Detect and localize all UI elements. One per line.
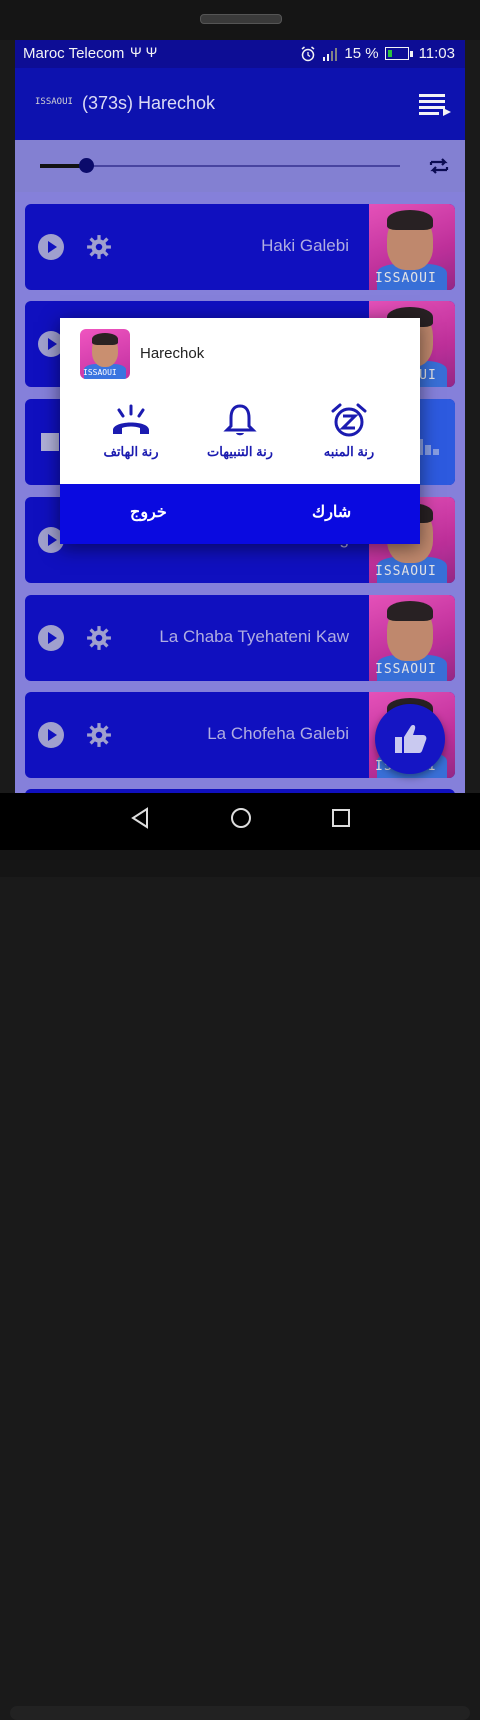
notification-ringtone-label: رنة التنبيهات — [207, 444, 273, 459]
ringtone-dialog: ISSAOUI Harechok رنة الهاتف رنة التنبيها… — [60, 318, 420, 544]
exit-button[interactable]: خروج — [130, 502, 167, 522]
thumbnail-watermark: ISSAOUI — [83, 368, 117, 377]
dialog-title: Harechok — [140, 345, 205, 362]
recent-apps-icon[interactable] — [330, 807, 352, 829]
snooze-alarm-icon — [331, 403, 367, 437]
thumbs-up-icon — [395, 725, 427, 753]
dialog-thumbnail: ISSAOUI — [80, 329, 130, 379]
like-fab[interactable] — [375, 704, 445, 774]
phone-ring-icon — [113, 404, 149, 434]
bell-icon — [223, 404, 257, 436]
back-icon[interactable] — [128, 806, 152, 830]
phone-ringtone-label: رنة الهاتف — [103, 444, 159, 459]
earpiece-speaker — [200, 14, 282, 24]
home-icon[interactable] — [229, 806, 253, 830]
phone-ringtone-option[interactable]: رنة الهاتف — [76, 402, 186, 460]
share-button[interactable]: شارك — [312, 502, 351, 522]
screen: Maroc Telecom Ψ Ψ 15 % 11:03 ISSAOUI (37… — [15, 40, 465, 793]
android-nav-bar — [0, 793, 480, 850]
bottom-grille — [10, 1706, 470, 1720]
phone-top-bezel — [0, 0, 480, 40]
notification-ringtone-option[interactable]: رنة التنبيهات — [185, 402, 295, 460]
alarm-ringtone-option[interactable]: رنة المنبه — [294, 402, 404, 460]
phone-bottom-bezel — [0, 850, 480, 1720]
dialog-footer: خروج شارك — [60, 484, 420, 544]
alarm-ringtone-label: رنة المنبه — [323, 444, 375, 459]
